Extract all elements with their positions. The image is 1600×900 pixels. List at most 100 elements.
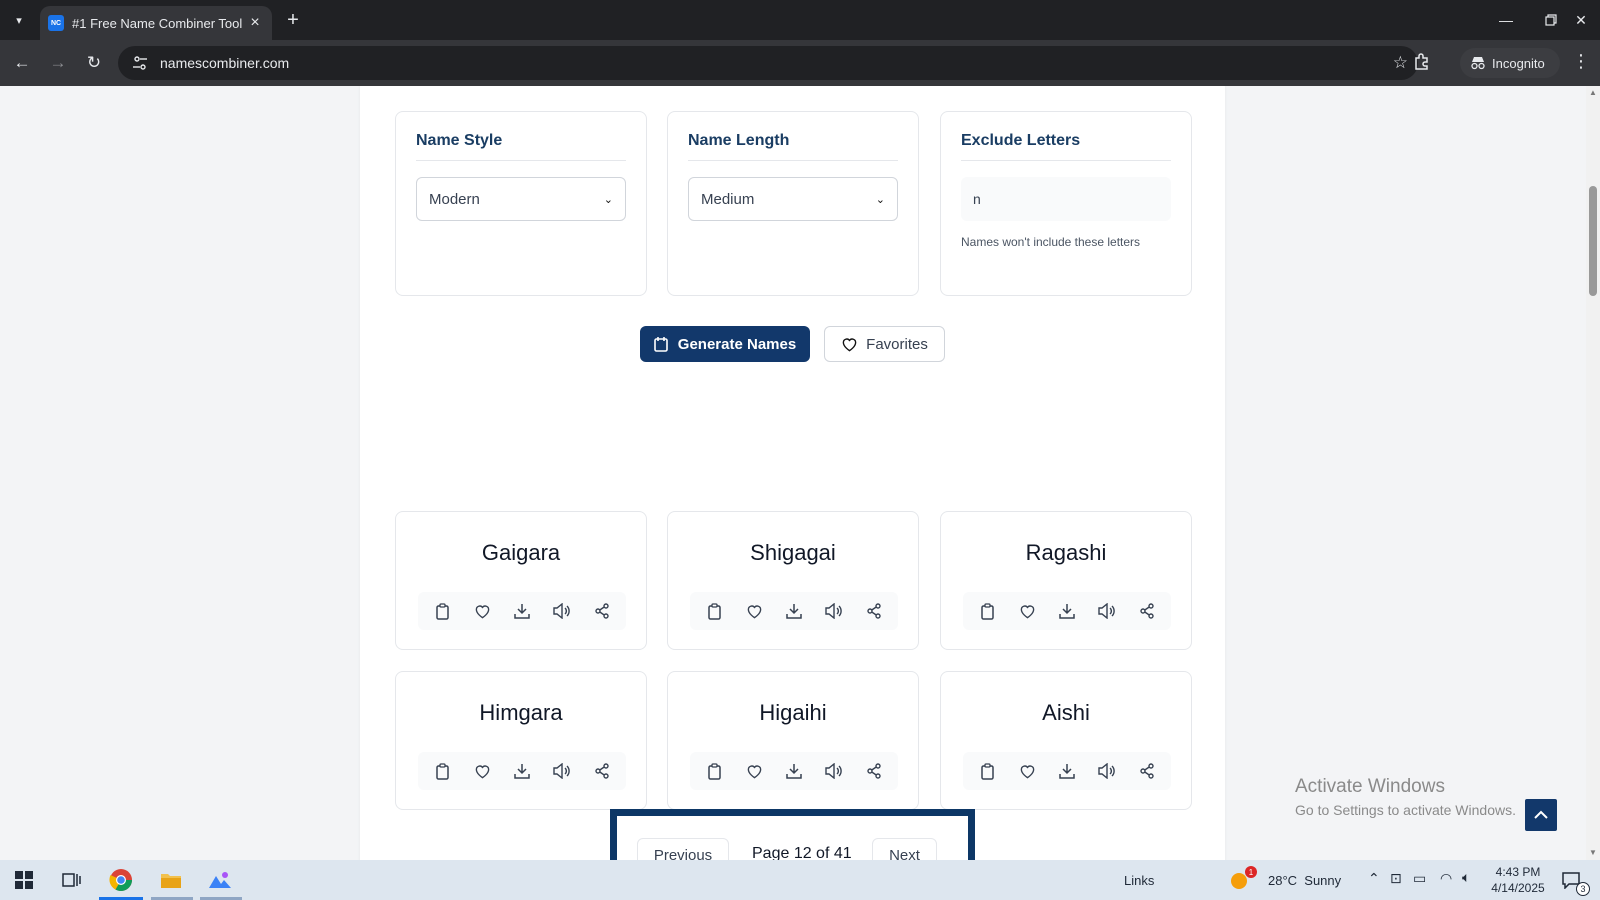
links-toolbar[interactable]: Links: [1124, 873, 1154, 888]
share-icon[interactable]: [591, 760, 613, 782]
scroll-up-icon[interactable]: ▲: [1589, 88, 1597, 97]
heart-icon: [842, 337, 857, 351]
copy-icon[interactable]: [431, 760, 453, 782]
copy-icon[interactable]: [703, 600, 725, 622]
name-length-title: Name Length: [688, 132, 898, 161]
task-view-icon[interactable]: [52, 864, 92, 896]
clock[interactable]: 4:43 PM 4/14/2025: [1488, 864, 1548, 896]
page-scrollbar[interactable]: ▲ ▼: [1586, 86, 1600, 860]
incognito-indicator[interactable]: Incognito: [1460, 48, 1560, 78]
back-icon[interactable]: ←: [10, 51, 34, 75]
name-card: Aishi: [940, 671, 1192, 810]
download-icon[interactable]: [511, 760, 533, 782]
heart-icon[interactable]: [471, 760, 493, 782]
chrome-taskbar-icon[interactable]: [101, 864, 141, 896]
generate-names-label: Generate Names: [677, 335, 797, 353]
heart-icon[interactable]: [743, 760, 765, 782]
download-icon[interactable]: [1056, 600, 1078, 622]
speaker-icon[interactable]: [551, 600, 573, 622]
watermark-line-2: Go to Settings to activate Windows.: [1295, 802, 1516, 818]
download-icon[interactable]: [511, 600, 533, 622]
scroll-down-icon[interactable]: ▼: [1589, 848, 1597, 857]
weather-badge: 1: [1245, 866, 1257, 878]
heart-icon[interactable]: [1016, 760, 1038, 782]
share-icon[interactable]: [1136, 760, 1158, 782]
browser-toolbar: ← → ↻ namescombiner.com ☆ Incognito ⋮: [0, 40, 1600, 86]
name-actions: [418, 752, 626, 790]
previous-button[interactable]: Previous: [637, 838, 729, 860]
scroll-to-top-button[interactable]: [1525, 799, 1557, 831]
reload-icon[interactable]: ↻: [82, 51, 106, 75]
new-tab-button[interactable]: +: [280, 8, 306, 32]
generated-name: Higaihi: [759, 700, 827, 725]
address-bar[interactable]: namescombiner.com ☆: [118, 46, 1418, 80]
volume-icon[interactable]: 🔈︎: [1462, 869, 1470, 886]
generated-name: Himgara: [479, 700, 563, 725]
clock-time: 4:43 PM: [1495, 865, 1541, 879]
name-style-select[interactable]: Modern ⌄: [416, 177, 626, 221]
extensions-icon[interactable]: [1412, 51, 1436, 75]
name-length-card: Name Length Medium ⌄: [667, 111, 919, 296]
url-text: namescombiner.com: [160, 55, 290, 71]
copy-icon[interactable]: [703, 760, 725, 782]
generated-name: Aishi: [1042, 700, 1090, 725]
next-button[interactable]: Next: [872, 838, 937, 860]
share-icon[interactable]: [1136, 600, 1158, 622]
name-length-select[interactable]: Medium ⌄: [688, 177, 898, 221]
name-actions: [418, 592, 626, 630]
minimize-icon[interactable]: —: [1491, 8, 1521, 32]
tab-search-button[interactable]: ▾: [6, 8, 32, 32]
generate-names-button[interactable]: Generate Names: [640, 326, 810, 362]
speaker-icon[interactable]: [823, 760, 845, 782]
share-icon[interactable]: [863, 760, 885, 782]
chevron-up-icon: [1534, 810, 1548, 819]
site-favicon: NC: [48, 15, 64, 31]
close-window-icon[interactable]: ✕: [1566, 8, 1596, 32]
browser-menu-icon[interactable]: ⋮: [1572, 51, 1590, 72]
copy-icon[interactable]: [976, 760, 998, 782]
windows-start-icon[interactable]: [4, 864, 44, 896]
battery-icon[interactable]: ▭: [1413, 870, 1426, 887]
show-hidden-icons[interactable]: ⌃: [1368, 870, 1380, 887]
speaker-icon[interactable]: [1096, 760, 1118, 782]
exclude-letters-input[interactable]: n: [961, 177, 1171, 221]
copy-icon[interactable]: [431, 600, 453, 622]
wifi-icon[interactable]: ◠: [1440, 870, 1452, 887]
speaker-icon[interactable]: [823, 600, 845, 622]
name-style-value: Modern: [429, 190, 480, 208]
speaker-icon[interactable]: [1096, 600, 1118, 622]
name-style-title: Name Style: [416, 132, 626, 161]
heart-icon[interactable]: [743, 600, 765, 622]
windows-taskbar: Links 1 28°C Sunny ⌃ ⊡ ▭ ◠ 🔈︎ 4:43 PM 4/…: [0, 860, 1600, 900]
share-icon[interactable]: [591, 600, 613, 622]
weather-text[interactable]: 28°C Sunny: [1268, 873, 1341, 888]
site-settings-icon[interactable]: [130, 53, 150, 73]
copy-icon[interactable]: [976, 600, 998, 622]
generated-name: Ragashi: [1025, 540, 1107, 565]
file-explorer-icon[interactable]: [151, 864, 191, 896]
download-icon[interactable]: [783, 760, 805, 782]
favorites-label: Favorites: [866, 335, 928, 353]
heart-icon[interactable]: [1016, 600, 1038, 622]
name-card: Himgara: [395, 671, 647, 810]
download-icon[interactable]: [1056, 760, 1078, 782]
tab-close-icon[interactable]: ×: [246, 14, 264, 32]
name-card: Shigagai: [667, 511, 919, 650]
bookmark-star-icon[interactable]: ☆: [1393, 53, 1408, 73]
calendar-icon: [653, 337, 668, 352]
scrollbar-thumb[interactable]: [1589, 186, 1597, 296]
generated-name: Gaigara: [481, 540, 561, 565]
forward-icon[interactable]: →: [46, 51, 70, 75]
name-actions: [963, 752, 1171, 790]
download-icon[interactable]: [783, 600, 805, 622]
heart-icon[interactable]: [471, 600, 493, 622]
photos-app-icon[interactable]: [200, 864, 240, 896]
meet-now-icon[interactable]: ⊡: [1390, 870, 1402, 887]
speaker-icon[interactable]: [551, 760, 573, 782]
favorites-button[interactable]: Favorites: [824, 326, 945, 362]
incognito-icon: [1471, 57, 1485, 70]
restore-icon[interactable]: [1536, 8, 1566, 32]
share-icon[interactable]: [863, 600, 885, 622]
name-length-value: Medium: [701, 190, 755, 208]
browser-tab[interactable]: NC #1 Free Name Combiner Tool ×: [40, 6, 272, 40]
